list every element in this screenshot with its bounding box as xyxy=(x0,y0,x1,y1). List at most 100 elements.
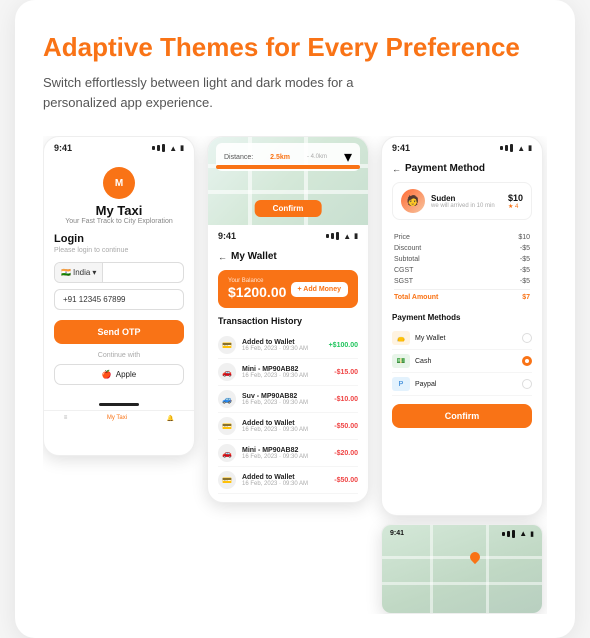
nav-taxi-label[interactable]: My Taxi xyxy=(107,415,127,422)
phone-payment: 9:41 ▲ ▮ ← Payment Method xyxy=(381,136,543,516)
price-row: Discount-$5 xyxy=(394,243,530,254)
map4-road-h2 xyxy=(382,582,542,585)
transaction-item: 💳 Added to Wallet 16 Feb, 2023 · 09:30 A… xyxy=(218,332,358,359)
phone3-time: 9:41 xyxy=(392,143,410,153)
txn-amount: +$100.00 xyxy=(329,342,358,349)
txn-icon: 💳 xyxy=(218,417,236,435)
nav-menu-icon[interactable]: ≡ xyxy=(64,415,68,422)
transaction-item: 💳 Added to Wallet 16 Feb, 2023 · 09:30 A… xyxy=(218,413,358,440)
wifi2-icon: ▲ xyxy=(343,232,351,241)
txn-amount: -$50.00 xyxy=(334,477,358,484)
send-otp-button[interactable]: Send OTP xyxy=(54,320,184,344)
price-row: Price$10 xyxy=(394,232,530,243)
price-row: Subtotal-$5 xyxy=(394,254,530,265)
home-indicator xyxy=(99,403,139,406)
payment-method-item[interactable]: 👝 My Wallet xyxy=(392,327,532,350)
payment-methods-list: 👝 My Wallet 💵 Cash P Paypal xyxy=(392,327,532,396)
price-table: Price$10Discount-$5Subtotal-$5CGST-$5SGS… xyxy=(392,230,532,305)
phone2-time: 9:41 xyxy=(218,231,236,241)
balance-amount: $1200.00 xyxy=(228,284,286,300)
price-value: -$5 xyxy=(520,267,530,274)
pay-name: My Wallet xyxy=(415,335,445,342)
txn-amount: -$50.00 xyxy=(334,423,358,430)
payment-body: ← Payment Method 🧑 Suden we will arrived… xyxy=(382,155,542,515)
radio-button[interactable] xyxy=(522,333,532,343)
battery4-icon: ▮ xyxy=(530,530,534,538)
txn-info: Added to Wallet 16 Feb, 2023 · 09:30 AM xyxy=(242,474,328,487)
txn-name: Mini - MP90AB82 xyxy=(242,447,328,454)
phone3-header: 9:41 ▲ ▮ xyxy=(382,137,542,155)
transaction-item: 💳 Added to Wallet 16 Feb, 2023 · 09:30 A… xyxy=(218,467,358,494)
txn-info: Suv - MP90AB82 16 Feb, 2023 · 09:30 AM xyxy=(242,393,328,406)
dropdown-arrow: ▾ xyxy=(92,268,96,277)
battery3-icon: ▮ xyxy=(528,144,532,152)
txn-icon: 🚙 xyxy=(218,390,236,408)
radio-button[interactable] xyxy=(522,379,532,389)
txn-date: 16 Feb, 2023 · 09:30 AM xyxy=(242,427,328,433)
phone-input[interactable]: +91 12345 67899 xyxy=(54,289,184,310)
map-section: Distance: 2.5km - 4.0km ▾ Confirm xyxy=(208,137,368,225)
driver-avatar: 🧑 xyxy=(401,189,425,213)
wallet-section: ← My Wallet Your Balance $1200.00 + Add … xyxy=(208,243,368,502)
price-label: SGST xyxy=(394,278,413,285)
txn-name: Added to Wallet xyxy=(242,339,323,346)
phone2-stack: Distance: 2.5km - 4.0km ▾ Confirm 9:41 xyxy=(207,136,369,503)
continue-with-label: Continue with xyxy=(54,352,184,359)
phone-login: 9:41 ▲ ▮ M My Taxi Your Fast Track to Ci… xyxy=(43,136,195,456)
pay-method-left: P Paypal xyxy=(392,377,436,391)
price-row: SGST -$5 xyxy=(394,276,530,287)
signal-bar-1 xyxy=(152,146,155,150)
driver-price: $10 xyxy=(508,193,523,203)
txn-date: 16 Feb, 2023 · 09:30 AM xyxy=(242,400,328,406)
apple-sign-in-button[interactable]: 🍎 Apple xyxy=(54,364,184,385)
phone4-status-bar: 9:41 ▲ ▮ xyxy=(390,529,534,538)
txn-info: Mini - MP90AB82 16 Feb, 2023 · 09:30 AM xyxy=(242,447,328,460)
pay-icon-paypal: P xyxy=(392,377,410,391)
wifi3-icon: ▲ xyxy=(517,144,525,153)
map-confirm-button[interactable]: Confirm xyxy=(255,200,322,217)
txn-icon: 💳 xyxy=(218,336,236,354)
signal-bar-2 xyxy=(157,145,160,151)
nav-bell-icon[interactable]: 🔔 xyxy=(167,415,174,422)
price-label: CGST xyxy=(394,267,413,274)
pay-name: Paypal xyxy=(415,381,436,388)
phone2-status-icons: ▲ ▮ xyxy=(326,232,358,241)
flag-icon: 🇮🇳 xyxy=(61,268,71,277)
price-label: Total Amount xyxy=(394,294,438,301)
price-value: -$5 xyxy=(520,278,530,285)
balance-card: Your Balance $1200.00 + Add Money xyxy=(218,270,358,308)
transaction-list: 💳 Added to Wallet 16 Feb, 2023 · 09:30 A… xyxy=(218,332,358,494)
driver-emoji: 🧑 xyxy=(407,196,419,207)
main-card: Adaptive Themes for Every Preference Swi… xyxy=(15,0,575,638)
pay-icon-wallet: 👝 xyxy=(392,331,410,345)
payment-method-item[interactable]: P Paypal xyxy=(392,373,532,396)
payment-back-icon[interactable]: ← xyxy=(392,164,401,174)
price-value: -$5 xyxy=(520,245,530,252)
price-label: Subtotal xyxy=(394,256,420,263)
country-selector[interactable]: 🇮🇳 India ▾ xyxy=(54,262,184,283)
route-track xyxy=(216,165,360,169)
txn-amount: -$20.00 xyxy=(334,450,358,457)
back-arrow-icon[interactable]: ← xyxy=(218,252,227,262)
history-title: Transaction History xyxy=(218,316,358,326)
phone3-stack: 9:41 ▲ ▮ ← Payment Method xyxy=(381,136,543,614)
phone-number-value: +91 12345 67899 xyxy=(63,295,126,304)
confirm-payment-button[interactable]: Confirm xyxy=(392,404,532,428)
price-label: Price xyxy=(394,234,410,241)
driver-sub: we will arrived in 10 min xyxy=(431,203,502,209)
txn-icon: 💳 xyxy=(218,471,236,489)
txn-name: Added to Wallet xyxy=(242,474,328,481)
add-money-button[interactable]: + Add Money xyxy=(291,282,349,297)
txn-date: 16 Feb, 2023 · 09:30 AM xyxy=(242,481,328,487)
payment-methods-title: Payment Methods xyxy=(392,313,532,322)
price-row: Total Amount$7 xyxy=(394,289,530,303)
payment-method-item[interactable]: 💵 Cash xyxy=(392,350,532,373)
logo-letter: M xyxy=(115,178,123,189)
radio-button[interactable] xyxy=(522,356,532,366)
pay-method-left: 👝 My Wallet xyxy=(392,331,445,345)
phone1-body: M My Taxi Your Fast Track to City Explor… xyxy=(44,155,194,393)
apple-icon: 🍎 xyxy=(102,370,112,379)
map4-road-h1 xyxy=(382,556,542,559)
pay-icon-cash: 💵 xyxy=(392,354,410,368)
phone4-status-icons: ▲ ▮ xyxy=(502,529,534,538)
